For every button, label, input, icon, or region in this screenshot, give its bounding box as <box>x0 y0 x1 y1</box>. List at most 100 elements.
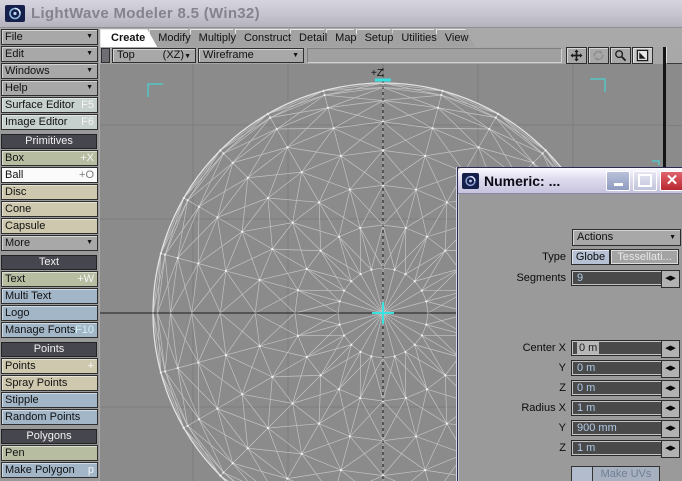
radius-y-label: Y <box>558 422 566 434</box>
lightwave-dialog-icon <box>462 172 479 189</box>
chevron-down-icon: ▼ <box>184 53 191 60</box>
second-pane-header <box>666 47 682 64</box>
tool-capsule[interactable]: Capsule <box>1 218 98 234</box>
minimize-icon <box>613 183 623 186</box>
segments-stepper[interactable]: ◀▶ <box>661 270 680 288</box>
radius-z-field[interactable]: 1 m <box>571 440 669 456</box>
tool-cone[interactable]: Cone <box>1 201 98 217</box>
app-window: LightWave Modeler 8.5 (Win32) File ▼ Edit… <box>0 0 682 481</box>
pan-icon <box>570 49 583 62</box>
viewport-title-strip[interactable] <box>307 48 562 63</box>
tab-construct[interactable]: Construct <box>235 29 298 47</box>
tool-spray-points[interactable]: Spray Points <box>1 375 98 391</box>
center-y-label: Y <box>558 362 566 374</box>
actions-dropdown[interactable]: Actions ▼ <box>572 229 681 246</box>
center-y-field[interactable]: 0 m <box>571 360 669 376</box>
close-button[interactable]: ✕ <box>660 170 682 191</box>
tool-more-menu[interactable]: More ▼ <box>1 235 98 251</box>
tool-disc[interactable]: Disc <box>1 184 98 200</box>
chevron-down-icon: ▼ <box>86 50 93 57</box>
make-uvs-button[interactable]: Make UVs <box>571 466 660 481</box>
chevron-down-icon: ▼ <box>86 33 93 40</box>
center-y-stepper[interactable]: ◀▶ <box>661 360 680 378</box>
tool-box[interactable]: Box +X <box>1 150 98 166</box>
sidebar: File ▼ Edit ▼ Windows ▼ Help ▼ Surface Edito… <box>0 29 99 481</box>
expand-pane-button[interactable] <box>632 47 653 64</box>
numeric-panel-body: Actions ▼ Type Globe Tessellati... Segme… <box>458 194 682 481</box>
center-z-label: Z <box>559 382 566 394</box>
menu-help[interactable]: Help ▼ <box>1 80 98 96</box>
shading-mode-label: Wireframe <box>203 49 254 61</box>
center-x-stepper[interactable]: ◀▶ <box>661 340 680 358</box>
viewport-grip[interactable] <box>101 48 110 63</box>
section-header-points: Points <box>1 342 97 357</box>
menu-windows[interactable]: Windows ▼ <box>1 63 98 79</box>
tool-multi-text[interactable]: Multi Text <box>1 288 98 304</box>
tool-logo[interactable]: Logo <box>1 305 98 321</box>
type-option-globe[interactable]: Globe <box>571 249 610 265</box>
section-header-text: Text <box>1 255 97 270</box>
radius-z-label: Z <box>559 442 566 454</box>
zoom-view-button[interactable] <box>610 47 631 64</box>
maximize-button[interactable] <box>633 170 657 191</box>
window-title: LightWave Modeler 8.5 (Win32) <box>31 5 260 22</box>
radius-y-stepper[interactable]: ◀▶ <box>661 420 680 438</box>
tool-text[interactable]: Text +W <box>1 271 98 287</box>
section-header-primitives: Primitives <box>1 134 97 149</box>
tool-points[interactable]: Points + <box>1 358 98 374</box>
numeric-panel-titlebar[interactable]: Numeric: ... ✕ <box>458 168 682 194</box>
shortcut-label: F6 <box>81 116 94 128</box>
image-editor-button[interactable]: Image Editor F6 <box>1 114 98 130</box>
radius-x-field[interactable]: 1 m <box>571 400 669 416</box>
center-x-label: Center X <box>522 342 566 354</box>
make-uvs-checkbox[interactable] <box>572 467 593 481</box>
tool-make-polygon[interactable]: Make Polygon p <box>1 462 98 478</box>
radius-x-stepper[interactable]: ◀▶ <box>661 400 680 418</box>
segments-label: Segments <box>516 272 566 284</box>
center-z-stepper[interactable]: ◀▶ <box>661 380 680 398</box>
tool-pen[interactable]: Pen <box>1 445 98 461</box>
center-x-field[interactable]: 0 m <box>571 340 669 356</box>
view-type-label: Top <box>117 49 135 61</box>
pan-view-button[interactable] <box>566 47 587 64</box>
rotate-icon <box>593 50 604 61</box>
viewport-header: Top (XZ)▼ Wireframe ▼ <box>100 47 663 65</box>
chevron-down-icon: ▼ <box>292 52 299 59</box>
shading-mode-dropdown[interactable]: Wireframe ▼ <box>198 48 304 63</box>
close-icon: ✕ <box>665 172 679 189</box>
minimize-button[interactable] <box>606 170 630 191</box>
radius-y-field[interactable]: 900 mm <box>571 420 669 436</box>
view-type-dropdown[interactable]: Top (XZ)▼ <box>112 48 196 63</box>
maximize-icon <box>638 174 652 187</box>
view-axes-label: (XZ) <box>162 49 185 61</box>
tool-manage-fonts[interactable]: Manage Fonts F10 <box>1 322 98 338</box>
type-option-tessellation[interactable]: Tessellati... <box>610 249 679 265</box>
menu-edit[interactable]: Edit ▼ <box>1 46 98 62</box>
tab-create[interactable]: Create <box>100 29 157 47</box>
titlebar[interactable]: LightWave Modeler 8.5 (Win32) <box>0 0 682 28</box>
chevron-down-icon: ▼ <box>669 234 676 241</box>
shortcut-label: F5 <box>81 99 94 111</box>
section-header-polygons: Polygons <box>1 429 97 444</box>
menu-file[interactable]: File ▼ <box>1 29 98 45</box>
tool-random-points[interactable]: Random Points <box>1 409 98 425</box>
segments-field[interactable]: 9 <box>571 270 669 286</box>
surface-editor-button[interactable]: Surface Editor F5 <box>1 97 98 113</box>
numeric-panel: Numeric: ... ✕ Actions ▼ Type Globe Tess… <box>457 167 682 481</box>
lightwave-app-icon <box>5 5 25 22</box>
rotate-view-button[interactable] <box>588 47 609 64</box>
chevron-down-icon: ▼ <box>86 239 93 246</box>
expand-pane-icon <box>636 49 649 62</box>
tool-stipple[interactable]: Stipple <box>1 392 98 408</box>
make-uvs-label: Make UVs <box>593 467 659 481</box>
tab-bar: Create Modify Multiply Construct Detail … <box>100 29 682 47</box>
svg-text:+Z: +Z <box>371 68 383 79</box>
radius-z-stepper[interactable]: ◀▶ <box>661 440 680 458</box>
type-label: Type <box>542 251 566 263</box>
magnifier-icon <box>615 50 627 62</box>
tool-ball[interactable]: Ball +O <box>1 167 98 183</box>
numeric-panel-title: Numeric: ... <box>484 172 561 189</box>
radius-x-label: Radius X <box>521 402 566 414</box>
chevron-down-icon: ▼ <box>86 84 93 91</box>
center-z-field[interactable]: 0 m <box>571 380 669 396</box>
